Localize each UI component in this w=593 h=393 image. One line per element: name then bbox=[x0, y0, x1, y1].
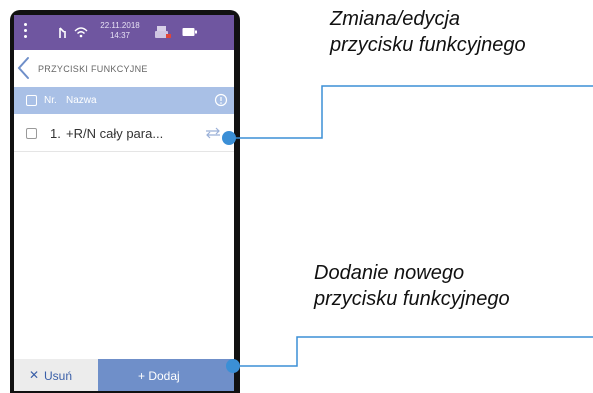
annotation-lines bbox=[222, 85, 593, 373]
edit-callout-marker bbox=[222, 131, 236, 145]
edit-callout-line bbox=[229, 85, 593, 139]
add-callout-marker bbox=[226, 359, 240, 373]
add-callout-line bbox=[233, 336, 593, 367]
